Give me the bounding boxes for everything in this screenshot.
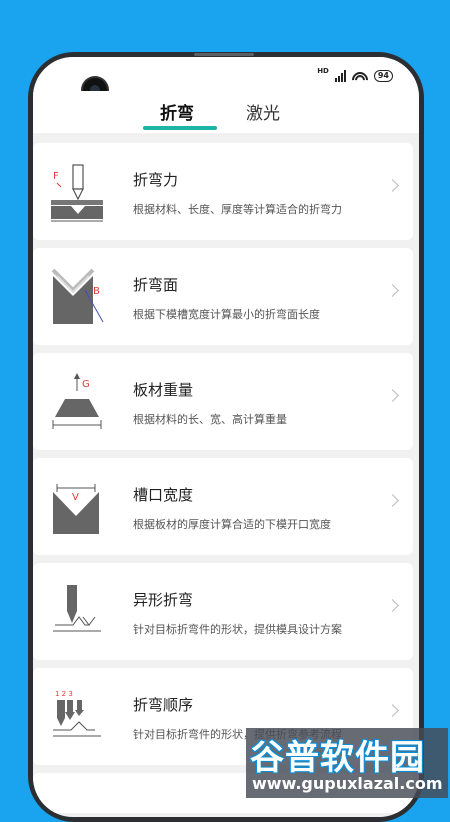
status-icons: HD 94 — [317, 67, 393, 82]
chevron-right-icon — [386, 494, 399, 507]
item-description: 根据材料、长度、厚度等计算适合的折弯力 — [133, 203, 342, 216]
hd-label: HD — [317, 67, 329, 75]
signal-icon — [334, 70, 346, 82]
wifi-icon — [351, 70, 368, 82]
force-letter: F — [53, 171, 59, 182]
item-description: 根据材料的长、宽、高计算重量 — [133, 413, 287, 426]
chevron-right-icon — [386, 179, 399, 192]
watermark-url: www.gupuxlazal.com — [252, 774, 443, 793]
notch-width-icon: V — [53, 484, 99, 534]
tab-bending[interactable]: 折弯 — [160, 99, 194, 124]
tab-bar: 折弯 激光 — [33, 91, 419, 133]
item-description: 针对目标折弯件的形状，提供模具设计方案 — [133, 623, 342, 636]
earpiece — [194, 53, 254, 56]
special-bending-icon — [53, 585, 101, 632]
status-bar: HD 94 — [33, 57, 419, 102]
watermark: 谷普软件园 www.gupuxlazal.com — [246, 728, 448, 798]
list-item-notch-width[interactable]: V 槽口宽度 根据板材的厚度计算合适的下模开口宽度 — [33, 458, 413, 555]
item-title: 槽口宽度 — [133, 486, 194, 504]
bending-order-icon: 1 2 3 — [53, 690, 101, 737]
list-item-bending-force[interactable]: F 折弯力 根据材料、长度、厚度等计算适合的折弯力 — [33, 143, 413, 240]
notch-letter: V — [72, 492, 79, 503]
watermark-title: 谷普软件园 — [250, 738, 425, 778]
bending-force-icon: F — [51, 164, 103, 222]
bending-face-icon: B — [51, 268, 104, 324]
face-letter: B — [93, 286, 100, 297]
chevron-right-icon — [386, 284, 399, 297]
list-item-special-bending[interactable]: 异形折弯 针对目标折弯件的形状，提供模具设计方案 — [33, 563, 413, 660]
weight-letter: G — [82, 379, 90, 390]
list-item-bending-face[interactable]: B 折弯面 根据下模槽宽度计算最小的折弯面长度 — [33, 248, 413, 345]
item-title: 异形折弯 — [133, 591, 194, 609]
active-tab-indicator — [143, 126, 217, 130]
chevron-right-icon — [386, 389, 399, 402]
item-title: 折弯顺序 — [133, 696, 194, 714]
sheet-weight-icon: G — [52, 373, 102, 429]
app-screen: HD 94 折弯 激光 F 折弯力 根据材料、长度、厚度等计算适合的折弯力 B … — [33, 57, 419, 817]
item-title: 板材重量 — [133, 381, 194, 399]
chevron-right-icon — [386, 599, 399, 612]
chevron-right-icon — [386, 704, 399, 717]
item-title: 折弯力 — [133, 171, 179, 189]
item-title: 折弯面 — [133, 276, 179, 294]
item-description: 根据板材的厚度计算合适的下模开口宽度 — [133, 518, 331, 531]
battery-indicator: 94 — [373, 70, 393, 82]
order-numbers: 1 2 3 — [55, 690, 73, 698]
tab-laser[interactable]: 激光 — [246, 99, 280, 124]
item-description: 根据下模槽宽度计算最小的折弯面长度 — [133, 308, 320, 321]
list-item-sheet-weight[interactable]: G 板材重量 根据材料的长、宽、高计算重量 — [33, 353, 413, 450]
